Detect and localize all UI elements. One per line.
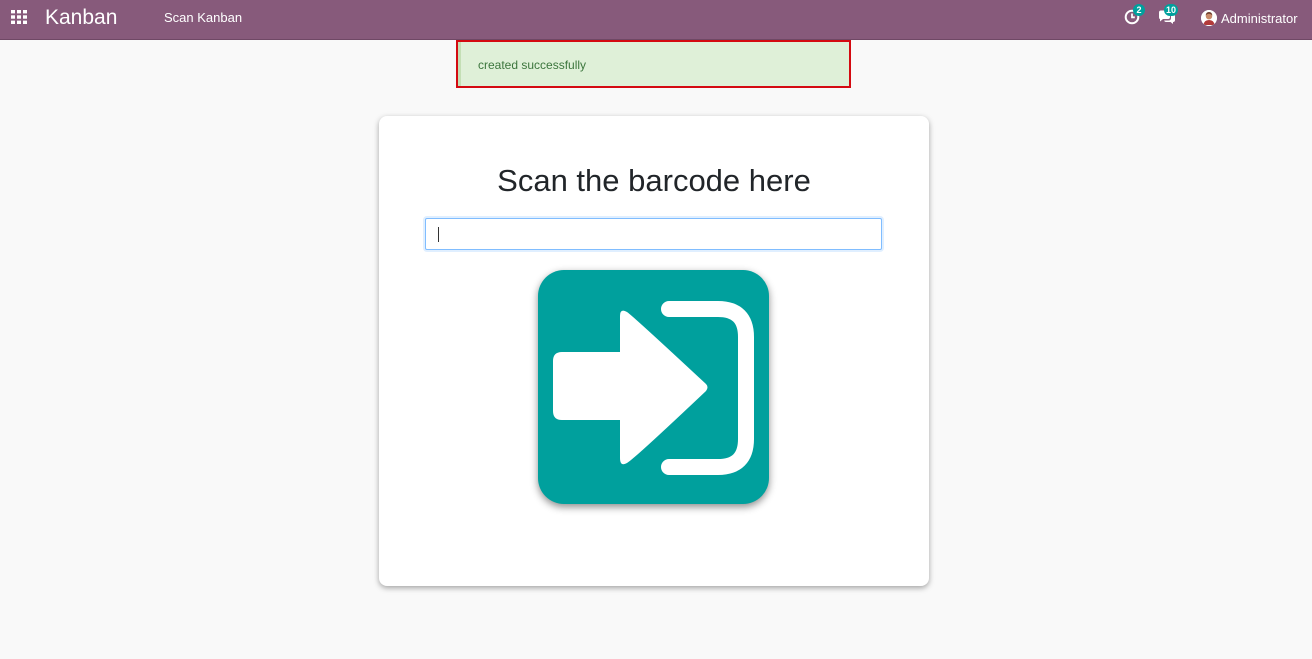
scan-submit-button[interactable] (538, 270, 769, 504)
user-menu[interactable]: Administrator (1201, 8, 1298, 28)
user-name: Administrator (1221, 10, 1298, 26)
text-caret (438, 227, 439, 242)
scan-title: Scan the barcode here (497, 163, 811, 198)
user-avatar-icon (1201, 10, 1217, 26)
success-notification: created successfully (458, 42, 849, 86)
sign-in-arrow-icon (538, 270, 769, 504)
notification-highlight: created successfully (456, 40, 851, 88)
apps-grid-icon[interactable] (11, 10, 27, 24)
menu-item-scan-kanban[interactable]: Scan Kanban (164, 10, 242, 26)
app-brand[interactable]: Kanban (45, 5, 117, 31)
top-navbar: Kanban Scan Kanban 2 10 Administrator (0, 0, 1312, 40)
messages-count-badge: 10 (1164, 4, 1179, 16)
barcode-input[interactable] (425, 218, 882, 250)
activity-button[interactable]: 2 (1124, 4, 1145, 28)
notification-message: created successfully (478, 58, 587, 72)
messages-button[interactable]: 10 (1158, 4, 1179, 28)
activity-count-badge: 2 (1133, 4, 1145, 16)
scan-panel: Scan the barcode here (379, 116, 929, 586)
